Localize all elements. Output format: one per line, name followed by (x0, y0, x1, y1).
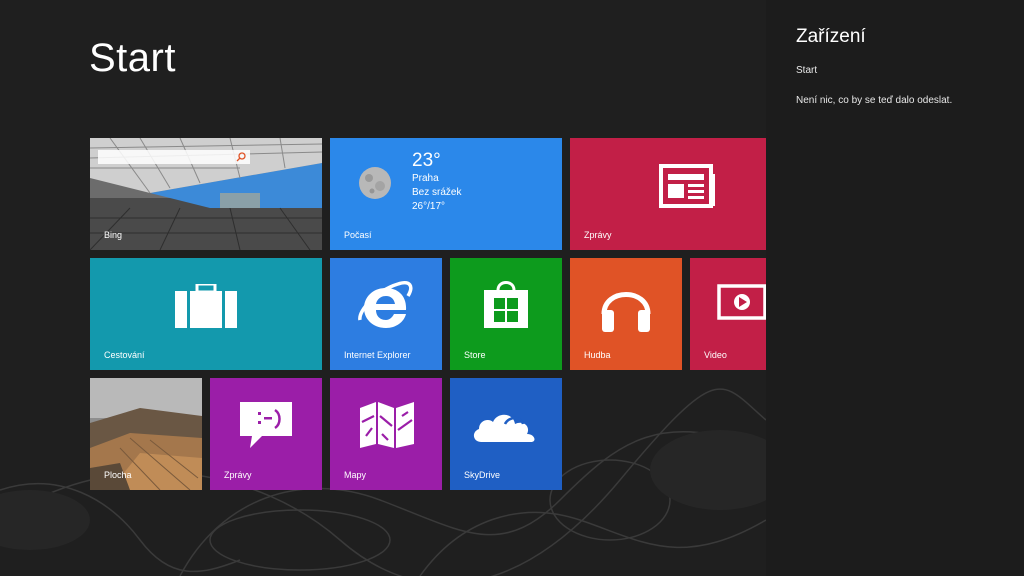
tile-label: Bing (104, 230, 123, 240)
tile-weather[interactable]: 23° Praha Bez srážek 26°/17° Počasí (330, 138, 562, 250)
charm-title: Zařízení (796, 26, 866, 47)
video-play-icon (717, 284, 766, 320)
weather-temperature: 23° (412, 150, 441, 171)
internet-explorer-icon (358, 281, 413, 328)
tile-label: Video (704, 350, 727, 360)
moon-icon (359, 167, 391, 199)
headphones-icon (601, 292, 651, 332)
tile-label: Store (464, 350, 486, 360)
search-icon[interactable] (236, 152, 246, 162)
tile-store[interactable]: Store (450, 258, 562, 370)
suitcase-icon (175, 284, 237, 328)
cloud-icon (473, 414, 535, 442)
devices-charm-panel: Zařízení Start Není nic, co by se teď da… (766, 0, 1024, 576)
tile-label: Hudba (584, 350, 611, 360)
weather-condition: Bez srážek (412, 187, 462, 198)
start-screen: Start Bing 23° Praha Bez srážek 26°/17° … (0, 0, 766, 576)
tile-label: SkyDrive (464, 470, 501, 480)
folded-map-icon (360, 402, 414, 448)
emoticon-speech-bubble-icon (240, 402, 292, 448)
tile-maps[interactable]: Mapy (330, 378, 442, 490)
tile-travel[interactable]: Cestování (90, 258, 322, 370)
charm-subtitle: Start (796, 65, 818, 76)
tile-skydrive[interactable]: SkyDrive (450, 378, 562, 490)
tile-music[interactable]: Hudba (570, 258, 682, 370)
weather-range: 26°/17° (412, 201, 446, 212)
weather-city: Praha (412, 173, 439, 184)
tile-label: Počasí (344, 230, 372, 240)
store-bag-icon (484, 281, 528, 328)
tile-bing[interactable]: Bing (90, 138, 322, 250)
tile-label: Cestování (104, 350, 145, 360)
tile-label: Zprávy (584, 230, 612, 240)
tile-label: Mapy (344, 470, 367, 480)
tile-internet-explorer[interactable]: Internet Explorer (330, 258, 442, 370)
tile-messaging[interactable]: Zprávy (210, 378, 322, 490)
tile-news[interactable]: Zprávy (570, 138, 766, 250)
tile-video[interactable]: Video (690, 258, 766, 370)
tile-label: Internet Explorer (344, 350, 411, 360)
newspaper-icon (659, 164, 715, 208)
bing-photo (90, 138, 322, 250)
tile-label: Plocha (104, 470, 132, 480)
tile-label: Zprávy (224, 470, 252, 480)
tile-desktop[interactable]: Plocha (90, 378, 202, 490)
page-title: Start (89, 36, 176, 80)
charm-message: Není nic, co by se teď dalo odeslat. (796, 95, 953, 106)
